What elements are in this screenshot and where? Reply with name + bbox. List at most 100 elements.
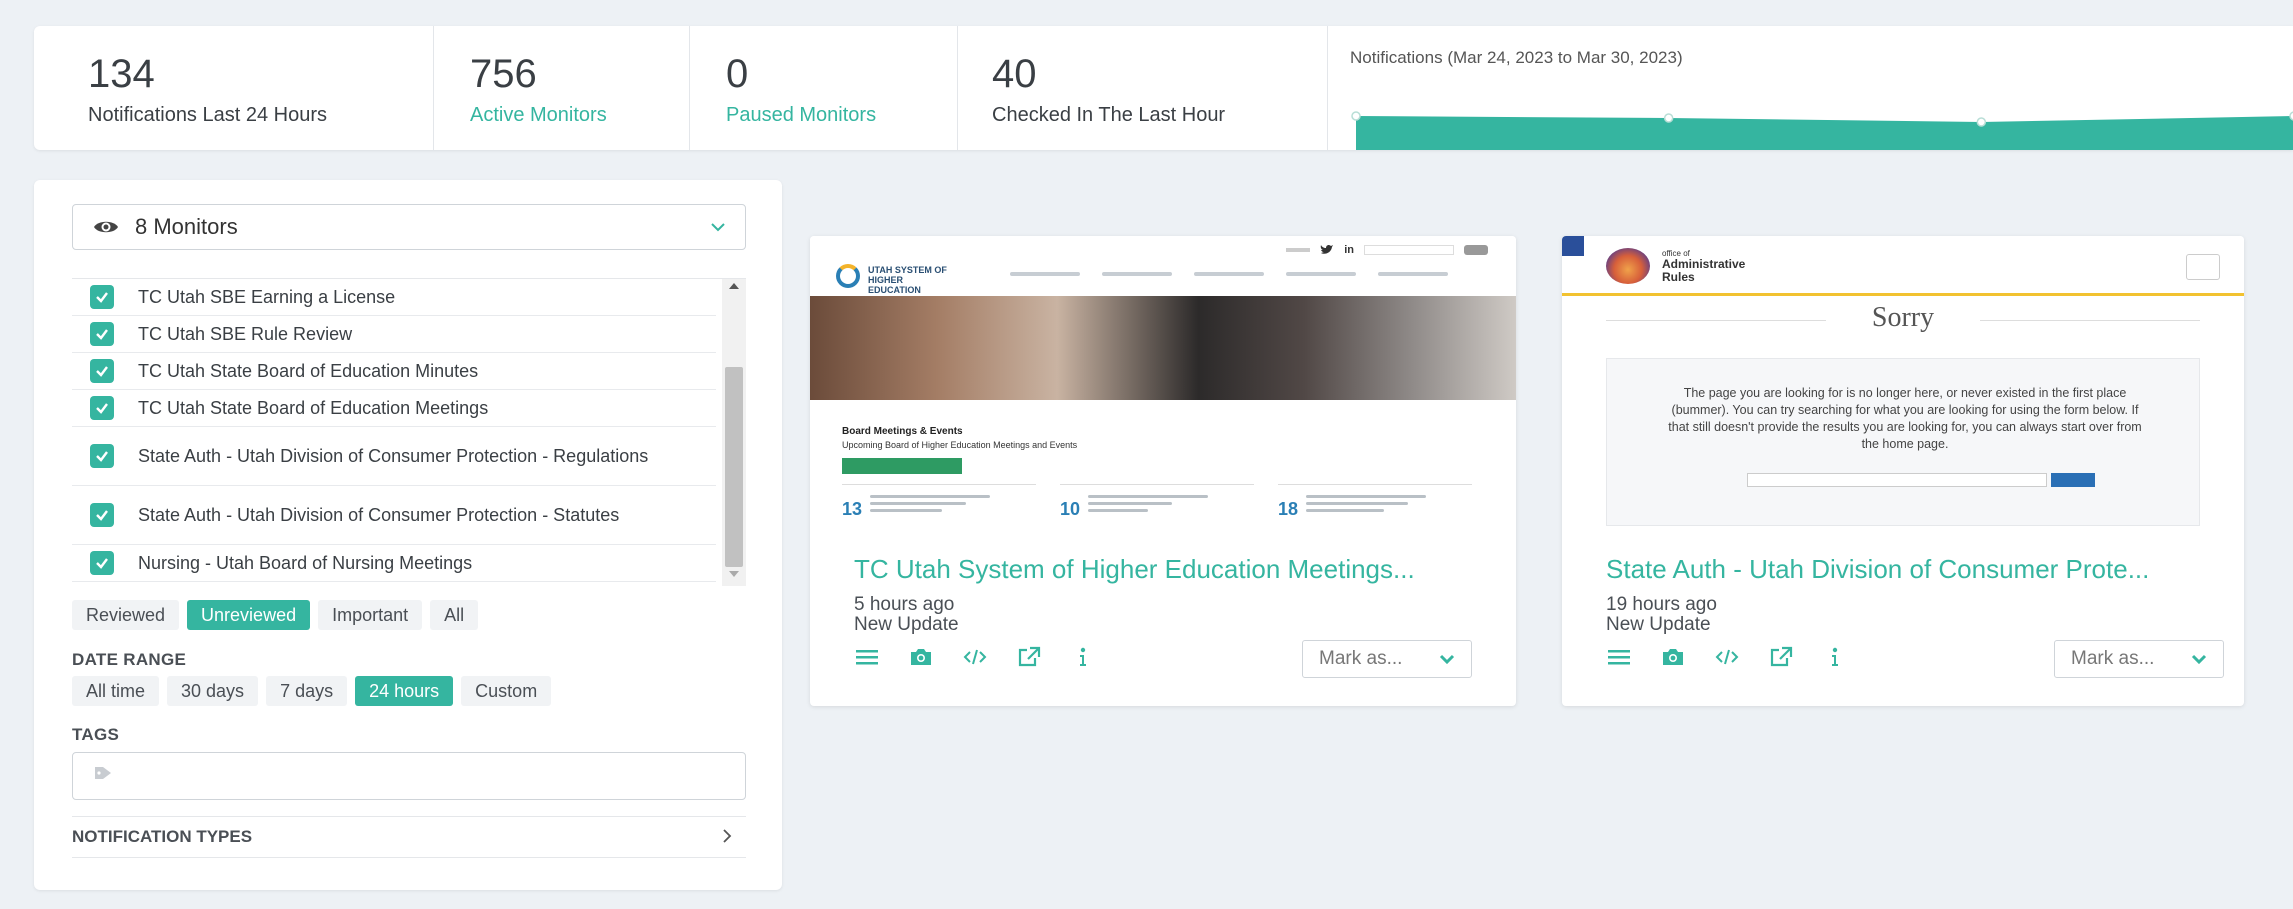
- thumb-nav: [1010, 272, 1448, 276]
- list-icon[interactable]: [1606, 644, 1632, 670]
- monitor-name: State Auth - Utah Division of Consumer P…: [138, 504, 620, 525]
- accessibility-icon: [1562, 236, 1584, 256]
- camera-icon[interactable]: [1660, 644, 1686, 670]
- external-link-icon[interactable]: [1768, 644, 1794, 670]
- notification-card[interactable]: office of Administrative Rules Sorry The…: [1562, 236, 2244, 706]
- stat-paused-monitors[interactable]: 0 Paused Monitors: [690, 26, 958, 150]
- monitor-select[interactable]: 8 Monitors: [72, 204, 746, 250]
- sparkline-point: [1663, 113, 1674, 123]
- tag-icon: [95, 767, 111, 779]
- sparkline-point: [1351, 111, 1361, 121]
- thumb-event: 18: [1278, 484, 1472, 520]
- checkbox[interactable]: [90, 551, 114, 575]
- monitor-select-label: 8 Monitors: [135, 214, 238, 239]
- list-item[interactable]: Nursing - Utah Board of Nursing Meetings: [72, 545, 716, 582]
- stat-checked-last-hour: 40 Checked In The Last Hour: [958, 26, 1328, 150]
- date-all-time[interactable]: All time: [72, 676, 160, 706]
- camera-icon[interactable]: [908, 644, 934, 670]
- notification-types-label: NOTIFICATION TYPES: [72, 827, 253, 846]
- external-link-icon[interactable]: [1016, 644, 1042, 670]
- scroll-thumb[interactable]: [725, 367, 743, 567]
- date-7-days[interactable]: 7 days: [266, 676, 348, 706]
- code-icon[interactable]: [962, 644, 988, 670]
- stat-value: 40: [992, 52, 1037, 96]
- checkbox[interactable]: [90, 503, 114, 527]
- date-30-days[interactable]: 30 days: [167, 676, 259, 706]
- stat-value: 0: [726, 52, 749, 96]
- list-item[interactable]: TC Utah SBE Earning a License: [72, 279, 716, 316]
- card-update-type: New Update: [854, 614, 959, 635]
- list-item[interactable]: TC Utah State Board of Education Minutes: [72, 353, 716, 390]
- info-icon[interactable]: [1070, 644, 1096, 670]
- thumb-events: 13 10 18: [842, 484, 1472, 520]
- card-title-link[interactable]: TC Utah System of Higher Education Meeti…: [854, 554, 1484, 585]
- stat-label: Checked In The Last Hour: [992, 104, 1226, 126]
- date-range-group: All time 30 days 7 days 24 hours Custom: [72, 676, 552, 706]
- chevron-right-icon: [722, 826, 732, 849]
- monitor-list-scrollbar[interactable]: [722, 279, 746, 586]
- filter-unreviewed[interactable]: Unreviewed: [187, 600, 311, 630]
- code-icon[interactable]: [1714, 644, 1740, 670]
- card-title-link[interactable]: State Auth - Utah Division of Consumer P…: [1606, 554, 2212, 585]
- list-item[interactable]: State Auth - Utah Division of Consumer P…: [72, 427, 716, 486]
- stat-active-monitors[interactable]: 756 Active Monitors: [434, 26, 690, 150]
- checkbox[interactable]: [90, 285, 114, 309]
- thumb-event: 10: [1060, 484, 1254, 520]
- active-monitors-link[interactable]: Active Monitors: [470, 104, 689, 127]
- thumb-message: The page you are looking for is no longe…: [1668, 386, 2142, 451]
- mark-as-dropdown[interactable]: Mark as...: [2054, 640, 2224, 678]
- info-icon[interactable]: [1822, 644, 1848, 670]
- checkbox[interactable]: [90, 359, 114, 383]
- thumb-subheading: Upcoming Board of Higher Education Meeti…: [842, 440, 1078, 450]
- checkbox[interactable]: [90, 444, 114, 468]
- hamburger-icon: [2186, 254, 2220, 280]
- thumb-header: UTAH SYSTEM OF HIGHER EDUCATION in: [810, 236, 1516, 296]
- filter-important[interactable]: Important: [318, 600, 423, 630]
- list-item[interactable]: TC Utah State Board of Education Meeting…: [72, 390, 716, 427]
- list-item[interactable]: TC Utah SBE Rule Review: [72, 316, 716, 353]
- mark-as-label: Mark as...: [2071, 648, 2155, 669]
- card-actions: [854, 644, 1096, 670]
- list-item[interactable]: State Auth - Utah Division of Consumer P…: [72, 486, 716, 545]
- checkbox[interactable]: [90, 322, 114, 346]
- event-day: 18: [1278, 499, 1299, 519]
- monitor-name: TC Utah SBE Earning a License: [138, 286, 396, 307]
- sparkline-chart: [1351, 111, 2293, 150]
- scroll-down-arrow[interactable]: [729, 571, 739, 577]
- card-update-type: New Update: [1606, 614, 1711, 635]
- tags-label: TAGS: [72, 725, 120, 744]
- monitor-list[interactable]: TC Utah SBE Earning a License TC Utah SB…: [72, 278, 746, 586]
- notifications-sparkline: Notifications (Mar 24, 2023 to Mar 30, 2…: [1328, 26, 2293, 150]
- scroll-up-arrow[interactable]: [729, 283, 739, 289]
- mark-as-dropdown[interactable]: Mark as...: [1302, 640, 1472, 678]
- monitor-name: TC Utah SBE Rule Review: [138, 323, 353, 344]
- thumb-sorry-heading: Sorry: [1871, 302, 1935, 333]
- thumb-header: office of Administrative Rules: [1562, 236, 2244, 296]
- thumb-hero-image: [810, 296, 1516, 400]
- date-custom[interactable]: Custom: [461, 676, 552, 706]
- paused-monitors-link[interactable]: Paused Monitors: [726, 104, 957, 127]
- page-screenshot-thumbnail[interactable]: UTAH SYSTEM OF HIGHER EDUCATION in Board…: [810, 236, 1516, 526]
- filter-sidebar: 8 Monitors TC Utah SBE Earning a License…: [34, 180, 782, 890]
- card-time: 5 hours ago: [854, 594, 955, 615]
- notification-types-toggle[interactable]: NOTIFICATION TYPES: [72, 816, 746, 858]
- filter-all[interactable]: All: [430, 600, 479, 630]
- sparkline-point: [1976, 117, 1987, 127]
- thumb-message-box: The page you are looking for is no longe…: [1606, 358, 2200, 526]
- event-day: 13: [842, 499, 863, 519]
- page-screenshot-thumbnail[interactable]: office of Administrative Rules Sorry The…: [1562, 236, 2244, 526]
- stat-value: 134: [88, 52, 155, 96]
- thumb-logo-text: UTAH SYSTEM OF HIGHER EDUCATION: [868, 265, 947, 295]
- ushe-logo-icon: [836, 264, 860, 288]
- date-24-hours[interactable]: 24 hours: [355, 676, 454, 706]
- checkbox[interactable]: [90, 396, 114, 420]
- twitter-icon: [1320, 244, 1334, 254]
- monitor-name: State Auth - Utah Division of Consumer P…: [138, 445, 649, 466]
- sparkline-title: Notifications (Mar 24, 2023 to Mar 30, 2…: [1350, 48, 1683, 67]
- card-time: 19 hours ago: [1606, 594, 1717, 615]
- filter-reviewed[interactable]: Reviewed: [72, 600, 180, 630]
- list-icon[interactable]: [854, 644, 880, 670]
- notification-card[interactable]: UTAH SYSTEM OF HIGHER EDUCATION in Board…: [810, 236, 1516, 706]
- chevron-down-icon: [711, 219, 725, 235]
- tags-input[interactable]: [72, 752, 746, 800]
